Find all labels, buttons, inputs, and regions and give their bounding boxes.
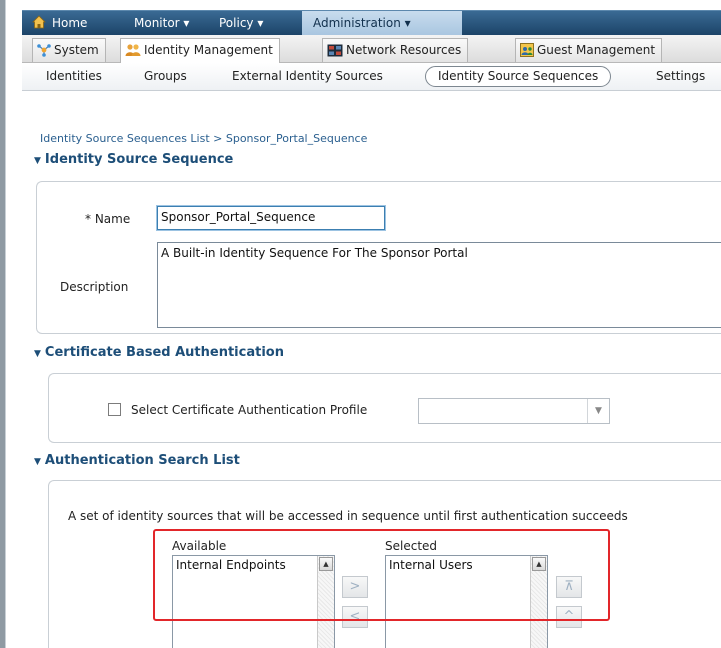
breadcrumb[interactable]: Identity Source Sequences List > Sponsor… [40,132,367,145]
admin-subtabs: System Identity Management Network Resou… [22,35,721,63]
network-device-icon [327,42,343,64]
users-icon [125,42,141,64]
collapse-triangle-icon: ▼ [34,457,41,467]
section-certificate-label: Certificate Based Authentication [44,345,284,360]
identity-management-nav: Identities Groups External Identity Sour… [22,63,721,91]
top-navigation-bar: Home Monitor ▾ Policy ▾ Administration ▾ [22,10,721,35]
section-search-list-label: Authentication Search List [44,453,240,468]
tab-guest-management-label: Guest Management [537,43,656,57]
nav-home[interactable]: Home [22,11,95,35]
nav-identities[interactable]: Identities [46,69,102,83]
section-certificate-based-authentication[interactable]: ▼ Certificate Based Authentication [34,345,284,360]
scroll-up-icon[interactable]: ▲ [532,557,546,571]
name-input[interactable]: Sponsor_Portal_Sequence [157,206,385,230]
guest-icon [520,42,534,64]
tab-network-resources-label: Network Resources [346,43,462,57]
name-label: * Name [85,212,131,226]
nav-groups[interactable]: Groups [144,69,187,83]
cert-profile-checkbox[interactable] [108,403,121,416]
window-frame-edge [0,0,6,648]
section-authentication-search-list[interactable]: ▼ Authentication Search List [34,453,240,468]
move-up-button[interactable]: ^ [556,606,582,628]
tab-identity-management[interactable]: Identity Management [120,38,280,63]
nav-administration[interactable]: Administration ▾ [302,11,462,35]
tab-network-resources[interactable]: Network Resources [322,38,469,64]
search-list-help-text: A set of identity sources that will be a… [68,509,628,523]
collapse-triangle-icon: ▼ [34,156,41,166]
tab-system-label: System [54,43,99,57]
available-scrollbar[interactable]: ▲ [317,556,334,648]
move-right-button[interactable]: > [342,576,368,598]
nav-monitor[interactable]: Monitor ▾ [126,11,197,35]
system-icon [37,42,51,64]
selected-scrollbar[interactable]: ▲ [530,556,547,648]
nav-external-identity-sources[interactable]: External Identity Sources [232,69,383,83]
cert-profile-checkbox-label: Select Certificate Authentication Profil… [131,403,368,417]
home-icon [32,13,46,37]
section-identity-source-sequence-label: Identity Source Sequence [44,152,234,167]
description-label: Description [60,280,129,294]
description-textarea[interactable]: A Built-in Identity Sequence For The Spo… [157,242,721,328]
tab-identity-management-label: Identity Management [144,43,273,57]
collapse-triangle-icon: ▼ [34,349,41,359]
nav-identity-source-sequences[interactable]: Identity Source Sequences [425,66,612,87]
tab-guest-management[interactable]: Guest Management [515,38,663,64]
list-item[interactable]: Internal Endpoints [176,558,286,572]
list-item[interactable]: Internal Users [389,558,473,572]
scroll-up-icon[interactable]: ▲ [319,557,333,571]
cert-profile-select[interactable]: ▼ [418,398,610,424]
nav-home-label: Home [52,16,88,30]
selected-listbox[interactable]: Internal Users ▲ [385,555,548,648]
tab-system[interactable]: System [32,38,106,62]
section-identity-source-sequence[interactable]: ▼ Identity Source Sequence [34,152,233,167]
available-label: Available [172,539,227,553]
selected-label: Selected [385,539,438,553]
available-listbox[interactable]: Internal Endpoints ▲ [172,555,335,648]
chevron-down-icon: ▼ [587,399,609,423]
nav-policy[interactable]: Policy ▾ [211,11,271,35]
move-left-button[interactable]: < [342,606,368,628]
move-to-top-button[interactable]: ⊼ [556,576,582,598]
nav-settings[interactable]: Settings [656,69,705,83]
